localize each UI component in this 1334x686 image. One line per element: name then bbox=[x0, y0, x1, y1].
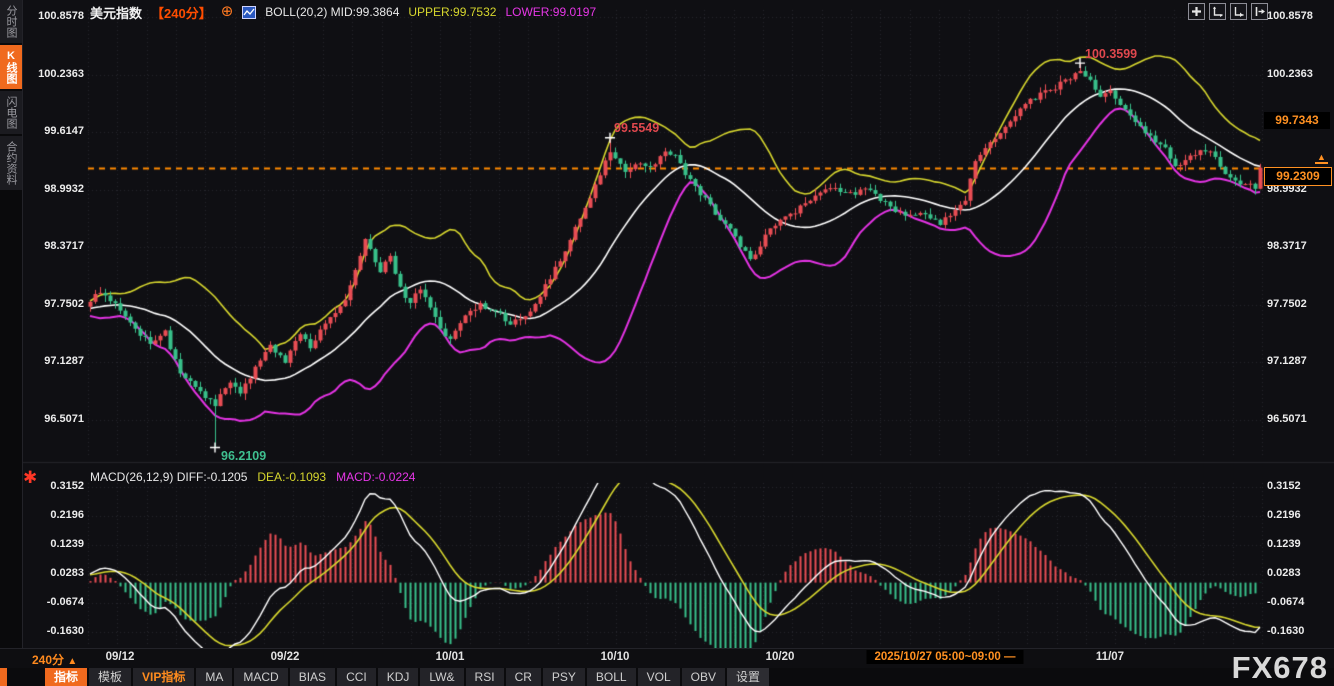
chart-header: 美元指数 【240分】 ⊕ BOLL(20,2) MID:99.3864 UPP… bbox=[90, 3, 596, 21]
macd-name-diff-label: MACD(26,12,9) DIFF:-0.1205 bbox=[90, 470, 247, 484]
price-tick-left-7: 96.5071 bbox=[22, 413, 84, 425]
period-indicator[interactable]: 240分 ▲ bbox=[32, 651, 77, 668]
indicator-toolbar: 指标模板VIP指标MAMACDBIASCCIKDJLW&RSICRPSYBOLL… bbox=[0, 668, 1334, 686]
add-overlay-icon[interactable]: ⊕ bbox=[221, 5, 234, 19]
price-tick-right-6: 96.5071 bbox=[1267, 413, 1307, 425]
toolbar-item-2[interactable]: VIP指标 bbox=[133, 668, 194, 686]
macd-dea-label: DEA:-0.1093 bbox=[257, 470, 326, 484]
macd-tick-right-0: 0.3152 bbox=[1267, 480, 1301, 492]
toolbar-item-11[interactable]: PSY bbox=[543, 668, 585, 686]
price-tick-right-5: 97.1287 bbox=[1267, 355, 1307, 367]
current-price-badge: 99.2309 bbox=[1264, 167, 1332, 186]
toolbar-item-7[interactable]: KDJ bbox=[378, 668, 419, 686]
toolbar-item-14[interactable]: OBV bbox=[682, 668, 725, 686]
toolbar-item-1[interactable]: 模板 bbox=[89, 668, 131, 686]
time-tick-3: 10/10 bbox=[601, 651, 630, 663]
toolbar-item-6[interactable]: CCI bbox=[337, 668, 376, 686]
watermark: FX678 bbox=[1232, 650, 1328, 686]
price-tick-right-0: 100.8578 bbox=[1267, 10, 1313, 22]
price-tick-left-2: 99.6147 bbox=[22, 125, 84, 137]
crosshair-icon[interactable] bbox=[1188, 3, 1205, 20]
macd-tick-right-4: -0.0674 bbox=[1267, 596, 1304, 608]
time-axis: 240分 ▲ 09/12 09/22 10/01 10/10 10/20 2025/10/… bbox=[0, 648, 1334, 669]
time-tick-2: 10/01 bbox=[436, 651, 465, 663]
sidebar-tab-2[interactable]: 闪电图 bbox=[0, 91, 22, 134]
boll-lower-label: LOWER:99.0197 bbox=[505, 5, 596, 19]
toolbar-item-0[interactable]: 指标 bbox=[45, 668, 87, 686]
axis-badge-upper: 99.7343 bbox=[1264, 112, 1330, 129]
corner-accent-mark bbox=[0, 668, 7, 686]
macd-tick-left-3: 0.0283 bbox=[22, 567, 84, 579]
zoom-y-icon[interactable] bbox=[1230, 3, 1247, 20]
macd-tick-right-1: 0.2196 bbox=[1267, 509, 1301, 521]
up-triangle-icon: ▲ bbox=[67, 656, 77, 667]
toolbar-item-9[interactable]: RSI bbox=[466, 668, 504, 686]
macd-tick-left-1: 0.2196 bbox=[22, 509, 84, 521]
time-tick-0: 09/12 bbox=[106, 651, 135, 663]
sidebar: 分时图K线图闪电图合约资料 bbox=[0, 0, 23, 686]
toolbar-item-5[interactable]: BIAS bbox=[290, 668, 335, 686]
price-pin-icon: ▲ bbox=[1315, 153, 1328, 164]
toolbar-item-13[interactable]: VOL bbox=[638, 668, 680, 686]
time-tick-6: 11/07 bbox=[1096, 651, 1124, 663]
toolbar-item-4[interactable]: MACD bbox=[234, 668, 287, 686]
price-tick-left-5: 97.7502 bbox=[22, 298, 84, 310]
price-tick-left-4: 98.3717 bbox=[22, 240, 84, 252]
chart-window: 分时图K线图闪电图合约资料 美元指数 【240分】 ⊕ BOLL(20,2) M… bbox=[0, 0, 1334, 686]
annotation-low-96-2109: 96.2109 bbox=[221, 449, 266, 463]
sidebar-tab-3[interactable]: 合约资料 bbox=[0, 136, 22, 190]
toolbar-item-8[interactable]: LW& bbox=[420, 668, 463, 686]
price-tick-right-1: 100.2363 bbox=[1267, 68, 1313, 80]
toolbar-item-12[interactable]: BOLL bbox=[587, 668, 636, 686]
window-toolbar bbox=[1188, 3, 1268, 20]
macd-value-label: MACD:-0.0224 bbox=[336, 470, 415, 484]
chart-canvas[interactable] bbox=[0, 0, 1334, 686]
price-tick-left-1: 100.2363 bbox=[22, 68, 84, 80]
macd-header: MACD(26,12,9) DIFF:-0.1205 DEA:-0.1093 M… bbox=[90, 470, 415, 484]
time-tick-5: 2025/10/27 05:00~09:00 — bbox=[867, 650, 1024, 664]
annotation-high-100-3599: 100.3599 bbox=[1085, 47, 1137, 61]
pan-right-icon[interactable] bbox=[1251, 3, 1268, 20]
zoom-x-icon[interactable] bbox=[1209, 3, 1226, 20]
annotation-high-99-5549: 99.5549 bbox=[614, 121, 659, 135]
macd-tick-left-5: -0.1630 bbox=[22, 625, 84, 637]
macd-tick-right-2: 0.1239 bbox=[1267, 538, 1301, 550]
toolbar-item-10[interactable]: CR bbox=[506, 668, 541, 686]
sidebar-tab-0[interactable]: 分时图 bbox=[0, 0, 22, 43]
macd-tick-left-2: 0.1239 bbox=[22, 538, 84, 550]
price-tick-left-3: 98.9932 bbox=[22, 183, 84, 195]
time-tick-4: 10/20 bbox=[766, 651, 795, 663]
symbol-title: 美元指数 bbox=[90, 3, 142, 22]
time-tick-1: 09/22 bbox=[271, 651, 300, 663]
chart-type-icon[interactable] bbox=[242, 6, 256, 19]
price-tick-left-6: 97.1287 bbox=[22, 355, 84, 367]
boll-mid-label: BOLL(20,2) MID:99.3864 bbox=[265, 5, 399, 19]
toolbar-item-3[interactable]: MA bbox=[196, 668, 232, 686]
period-label: 【240分】 bbox=[151, 3, 212, 22]
boll-upper-label: UPPER:99.7532 bbox=[408, 5, 496, 19]
price-tick-left-0: 100.8578 bbox=[22, 10, 84, 22]
price-tick-right-4: 97.7502 bbox=[1267, 298, 1307, 310]
indicator-star-icon[interactable]: ✱ bbox=[23, 468, 37, 488]
sidebar-tab-1[interactable]: K线图 bbox=[0, 45, 22, 89]
macd-tick-right-3: 0.0283 bbox=[1267, 567, 1301, 579]
toolbar-item-15[interactable]: 设置 bbox=[727, 668, 769, 686]
macd-tick-right-5: -0.1630 bbox=[1267, 625, 1304, 637]
macd-tick-left-4: -0.0674 bbox=[22, 596, 84, 608]
price-tick-right-3: 98.3717 bbox=[1267, 240, 1307, 252]
